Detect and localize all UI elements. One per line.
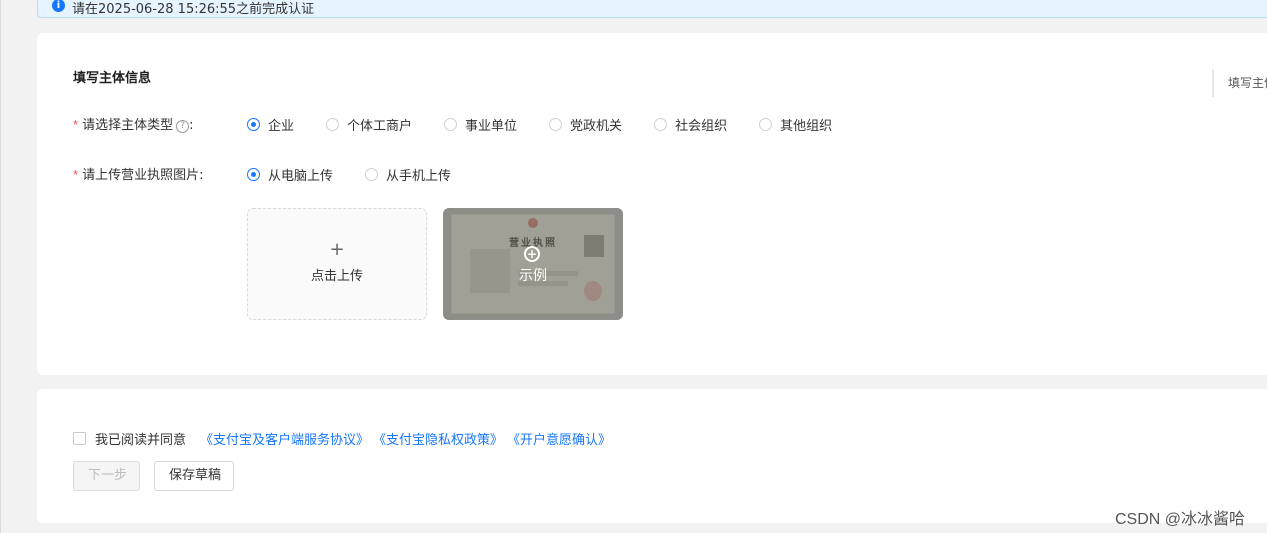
click-upload-box[interactable]: + 点击上传 <box>247 208 427 320</box>
radio-upload-from-computer[interactable]: 从电脑上传 <box>247 165 333 184</box>
link-privacy-policy[interactable]: 《支付宝隐私权政策》 <box>373 429 503 448</box>
zoom-in-icon: + <box>524 246 540 262</box>
side-anchor-label: 填写主体 <box>1228 76 1267 90</box>
upload-source-radio-group: 从电脑上传 从手机上传 <box>247 165 451 184</box>
radio-party-government[interactable]: 党政机关 <box>549 115 622 134</box>
upload-label: 点击上传 <box>310 269 363 284</box>
link-account-intent[interactable]: 《开户意愿确认》 <box>507 429 611 448</box>
info-icon: i <box>52 0 65 12</box>
alert-text: 请在2025-06-28 15:26:55之前完成认证 <box>72 2 315 17</box>
radio-label: 党政机关 <box>570 119 623 134</box>
subject-type-label-suffix: : <box>189 118 194 133</box>
example-license-thumbnail[interactable]: 营业执照 + 示例 <box>443 208 623 320</box>
radio-label: 从电脑上传 <box>268 169 334 184</box>
page-left-edge <box>0 0 1 533</box>
license-upload-label: * 请上传营业执照图片: <box>73 164 203 183</box>
subject-type-label: * 请选择主体类型?: <box>73 114 193 133</box>
link-service-agreement[interactable]: 《支付宝及客户端服务协议》 <box>200 429 369 448</box>
example-label: 示例 <box>519 268 547 284</box>
radio-label: 个体工商户 <box>347 119 413 134</box>
agreement-card: 我已阅读并同意 《支付宝及客户端服务协议》 《支付宝隐私权政策》 《开户意愿确认… <box>37 389 1267 523</box>
example-overlay <box>443 208 623 320</box>
section-title: 填写主体信息 <box>73 71 152 86</box>
required-mark: * <box>73 167 79 182</box>
radio-circle[interactable] <box>365 168 379 181</box>
radio-label: 企业 <box>268 119 295 134</box>
agreement-checkbox[interactable] <box>73 432 86 445</box>
next-step-button[interactable]: 下一步 <box>73 461 140 491</box>
subject-type-radio-group: 企业 个体工商户 事业单位 党政机关 社会组织 其他组织 <box>247 115 832 134</box>
radio-circle-checked[interactable] <box>247 168 260 181</box>
side-anchor-link[interactable]: 填写主体 <box>1212 69 1267 97</box>
agreement-row: 我已阅读并同意 《支付宝及客户端服务协议》 《支付宝隐私权政策》 《开户意愿确认… <box>73 429 611 448</box>
radio-other-organization[interactable]: 其他组织 <box>759 115 832 134</box>
subject-type-label-text: 请选择主体类型 <box>82 118 174 133</box>
radio-public-institution[interactable]: 事业单位 <box>444 115 517 134</box>
radio-label: 从手机上传 <box>386 169 452 184</box>
save-draft-button[interactable]: 保存草稿 <box>154 461 234 491</box>
watermark-text: CSDN @冰冰酱哈 <box>1115 511 1246 528</box>
radio-social-organization[interactable]: 社会组织 <box>654 115 727 134</box>
radio-circle[interactable] <box>654 118 668 131</box>
radio-label: 其他组织 <box>780 119 833 134</box>
radio-circle[interactable] <box>326 118 340 131</box>
radio-label: 社会组织 <box>675 119 728 134</box>
license-upload-label-text: 请上传营业执照图片: <box>82 168 204 183</box>
radio-enterprise[interactable]: 企业 <box>247 115 294 134</box>
radio-circle[interactable] <box>444 118 458 131</box>
agreement-text: 我已阅读并同意 <box>95 433 187 448</box>
radio-circle-checked[interactable] <box>247 118 260 131</box>
help-icon[interactable]: ? <box>176 120 190 133</box>
radio-individual-business[interactable]: 个体工商户 <box>326 115 412 134</box>
subject-info-card: 填写主体信息 填写主体 *请选择主体类型?: 企业 个体工商户 事业单位 党政机… <box>37 33 1267 375</box>
required-mark: * <box>73 117 79 132</box>
radio-circle[interactable] <box>549 118 563 131</box>
radio-circle[interactable] <box>759 118 773 131</box>
radio-upload-from-phone[interactable]: 从手机上传 <box>365 165 451 184</box>
deadline-alert: i 请在2025-06-28 15:26:55之前完成认证 <box>37 0 1267 18</box>
radio-label: 事业单位 <box>465 119 518 134</box>
plus-icon: + <box>329 239 345 260</box>
